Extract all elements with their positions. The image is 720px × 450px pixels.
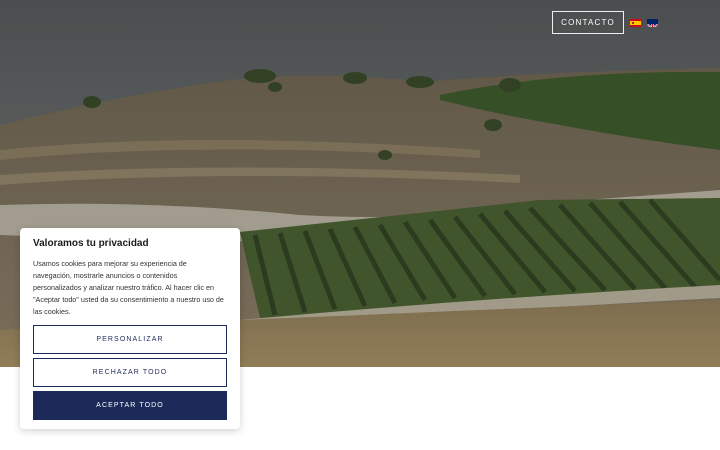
cookie-banner-text: Usamos cookies para mejorar su experienc… <box>33 259 224 316</box>
flag-uk-icon[interactable] <box>647 18 658 27</box>
reject-all-button[interactable]: RECHAZAR TODO <box>33 358 227 387</box>
top-navigation: CONTACTO <box>552 11 658 34</box>
customize-cookies-button[interactable]: PERSONALIZAR <box>33 325 227 354</box>
accept-all-button[interactable]: ACEPTAR TODO <box>33 391 227 420</box>
flag-spain-icon[interactable] <box>630 18 641 27</box>
cookie-consent-banner: Valoramos tu privacidad Usamos cookies p… <box>20 228 240 429</box>
cookie-banner-title: Valoramos tu privacidad <box>33 238 149 249</box>
contact-button[interactable]: CONTACTO <box>552 11 624 34</box>
union-jack-icon <box>647 22 658 27</box>
